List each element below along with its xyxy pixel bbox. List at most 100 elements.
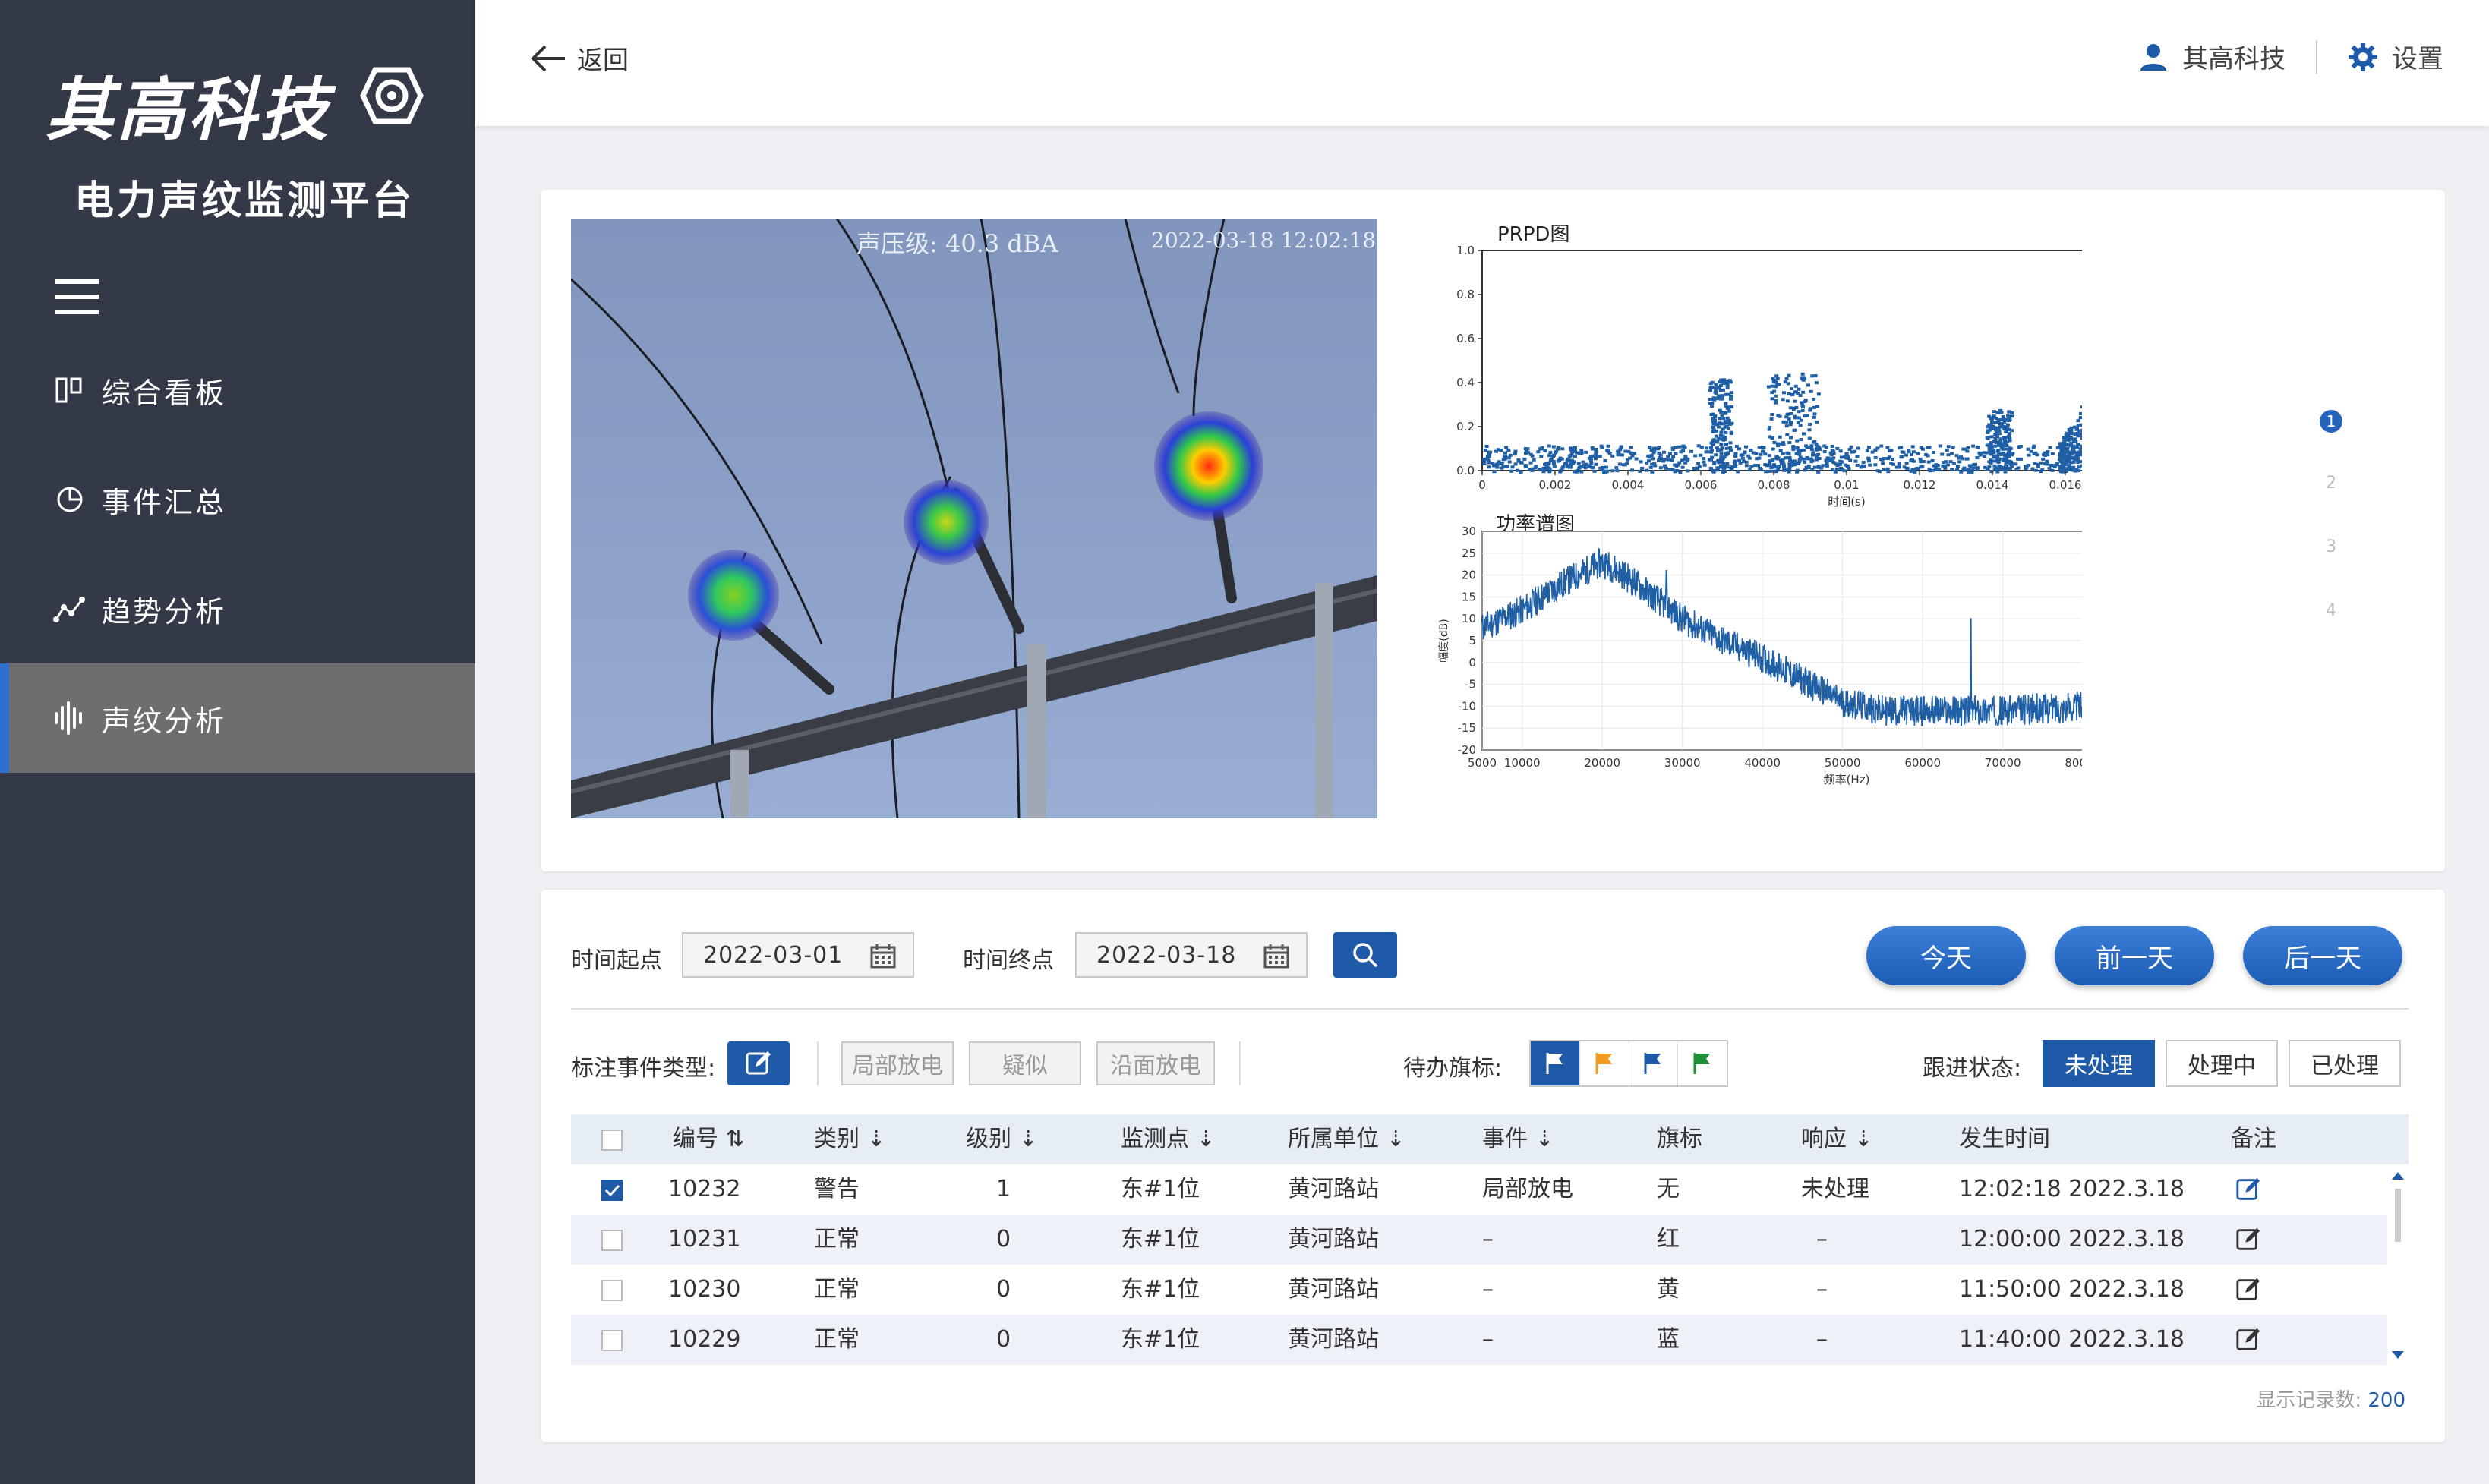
column-header-level[interactable]: 级别 ⇣ (966, 1114, 1038, 1164)
status-unprocessed-button[interactable]: 未处理 (2043, 1040, 2155, 1087)
event-type-tag[interactable]: 沿面放电 (1096, 1041, 1215, 1085)
prpd-point (1987, 465, 1992, 469)
user-name[interactable]: 其高科技 (2182, 38, 2286, 75)
table-row[interactable]: 10232 警告 1 东#1位 黄河路站 局部放电 无 未处理 12:02:18… (571, 1164, 2387, 1215)
flag-filter-orange[interactable] (1580, 1041, 1629, 1085)
menu-toggle-icon[interactable] (55, 279, 99, 314)
row-checkbox[interactable] (601, 1330, 623, 1351)
column-header-id[interactable]: 编号 ⇅ (673, 1114, 745, 1164)
event-type-tag[interactable]: 疑似 (969, 1041, 1081, 1085)
chart-page-1[interactable]: 1 (2317, 410, 2345, 433)
prpd-point (1794, 405, 1799, 409)
prpd-point (2005, 456, 2009, 460)
column-header-response[interactable]: 响应 ⇣ (1801, 1114, 1873, 1164)
event-type-label: 标注事件类型: (571, 1055, 716, 1082)
prpd-point (1849, 445, 1853, 449)
event-type-tag[interactable]: 局部放电 (841, 1041, 954, 1085)
column-header-event[interactable]: 事件 ⇣ (1482, 1114, 1554, 1164)
back-button[interactable]: 返回 (528, 39, 629, 77)
prpd-point (2004, 461, 2008, 465)
edit-note-icon[interactable] (2235, 1277, 2261, 1303)
status-processed-button[interactable]: 已处理 (2289, 1040, 2401, 1087)
prpd-point (1768, 435, 1772, 439)
prpd-point (1722, 468, 1727, 471)
nav-item-dashboard[interactable]: 综合看板 (0, 336, 475, 445)
nav-item-events[interactable]: 事件汇总 (0, 445, 475, 554)
row-checkbox[interactable] (601, 1180, 623, 1201)
x-tick-label: 0.014 (1976, 478, 2009, 492)
prpd-point (1965, 457, 1970, 461)
prpd-point (1616, 449, 1620, 453)
prpd-point (1793, 428, 1797, 432)
sort-icon[interactable]: ⇣ (1386, 1126, 1405, 1152)
prpd-point (1933, 467, 1938, 471)
prpd-point (1865, 449, 1869, 452)
row-checkbox[interactable] (601, 1230, 623, 1251)
sort-icon[interactable]: ⇅ (726, 1126, 745, 1152)
previous-day-button[interactable]: 前一天 (2055, 926, 2214, 985)
edit-note-icon[interactable] (2235, 1177, 2261, 1202)
gear-icon[interactable] (2348, 42, 2378, 72)
sort-icon[interactable]: ⇣ (1854, 1126, 1873, 1152)
end-date-input[interactable]: 2022-03-18 (1075, 932, 1308, 978)
nav-item-voiceprint[interactable]: 声纹分析 (0, 663, 475, 773)
chart-page-2[interactable]: 2 (2317, 474, 2345, 493)
prpd-point (1812, 440, 1817, 443)
table-scrollbar[interactable] (2387, 1164, 2409, 1368)
prpd-point (1976, 446, 1980, 449)
power-spectrum-chart[interactable]: 5000 10000 20000 30000 40000 50000 60000 70000 8… (1437, 524, 2082, 812)
prpd-point (2072, 458, 2077, 462)
sort-icon[interactable]: ⇣ (1197, 1126, 1216, 1152)
prpd-point (1658, 453, 1663, 457)
row-checkbox[interactable] (601, 1280, 623, 1301)
prpd-point (1718, 460, 1723, 464)
prpd-point (1711, 470, 1716, 474)
column-header-point[interactable]: 监测点 ⇣ (1121, 1114, 1216, 1164)
edit-note-icon[interactable] (2235, 1227, 2261, 1252)
prpd-point (1793, 399, 1797, 403)
prpd-point (1721, 427, 1725, 431)
sort-icon[interactable]: ⇣ (867, 1126, 886, 1152)
prpd-point (1846, 455, 1850, 459)
prpd-point (1803, 399, 1808, 402)
acoustic-camera-view[interactable]: 声压级: 40.3 dBA 2022-03-18 12:02:18 (571, 219, 1377, 818)
sort-icon[interactable]: ⇣ (1535, 1126, 1554, 1152)
x-tick-label: 0.008 (1758, 478, 1790, 492)
sort-icon[interactable]: ⇣ (1019, 1126, 1038, 1152)
start-date-input[interactable]: 2022-03-01 (682, 932, 914, 978)
prpd-point (1662, 450, 1667, 454)
nav-item-trend[interactable]: 趋势分析 (0, 554, 475, 663)
y-tick-label: 15 (1462, 590, 1476, 603)
prpd-point (1961, 447, 1966, 451)
calendar-icon[interactable] (1263, 944, 1289, 969)
select-all-checkbox[interactable] (601, 1130, 623, 1151)
table-row[interactable]: 10231 正常 0 东#1位 黄河路站 – 红 – 12:00:00 2022… (571, 1215, 2387, 1265)
prpd-point (1800, 403, 1805, 407)
prpd-point (1524, 465, 1528, 469)
chart-page-4[interactable]: 4 (2317, 601, 2345, 620)
cell-time: 12:00:00 2022.3.18 (1959, 1226, 2185, 1252)
today-button[interactable]: 今天 (1866, 926, 2026, 985)
flag-filter-green[interactable] (1678, 1041, 1727, 1085)
prpd-point (1528, 468, 1532, 471)
column-header-unit[interactable]: 所属单位 ⇣ (1288, 1114, 1405, 1164)
edit-event-type-button[interactable] (727, 1041, 790, 1085)
prpd-chart[interactable]: 0 0.002 0.004 0.006 0.008 0.01 0.012 0.014 0.016… (1437, 235, 2082, 509)
prpd-point (1724, 446, 1729, 450)
settings-label[interactable]: 设置 (2392, 38, 2443, 75)
chart-page-3[interactable]: 3 (2317, 537, 2345, 556)
prpd-point (1727, 406, 1731, 410)
flag-filter-blue[interactable] (1629, 1041, 1679, 1085)
calendar-icon[interactable] (870, 944, 896, 969)
prpd-point (1757, 456, 1762, 460)
column-header-type[interactable]: 类别 ⇣ (814, 1114, 886, 1164)
flag-filter-white[interactable] (1531, 1041, 1580, 1085)
prpd-point (2060, 463, 2065, 467)
next-day-button[interactable]: 后一天 (2243, 926, 2402, 985)
prpd-point (1795, 439, 1800, 443)
table-row[interactable]: 10229 正常 0 东#1位 黄河路站 – 蓝 – 11:40:00 2022… (571, 1315, 2387, 1365)
status-processing-button[interactable]: 处理中 (2166, 1040, 2278, 1087)
edit-note-icon[interactable] (2235, 1327, 2261, 1353)
search-button[interactable] (1333, 932, 1397, 978)
table-row[interactable]: 10230 正常 0 东#1位 黄河路站 – 黄 – 11:50:00 2022… (571, 1265, 2387, 1315)
